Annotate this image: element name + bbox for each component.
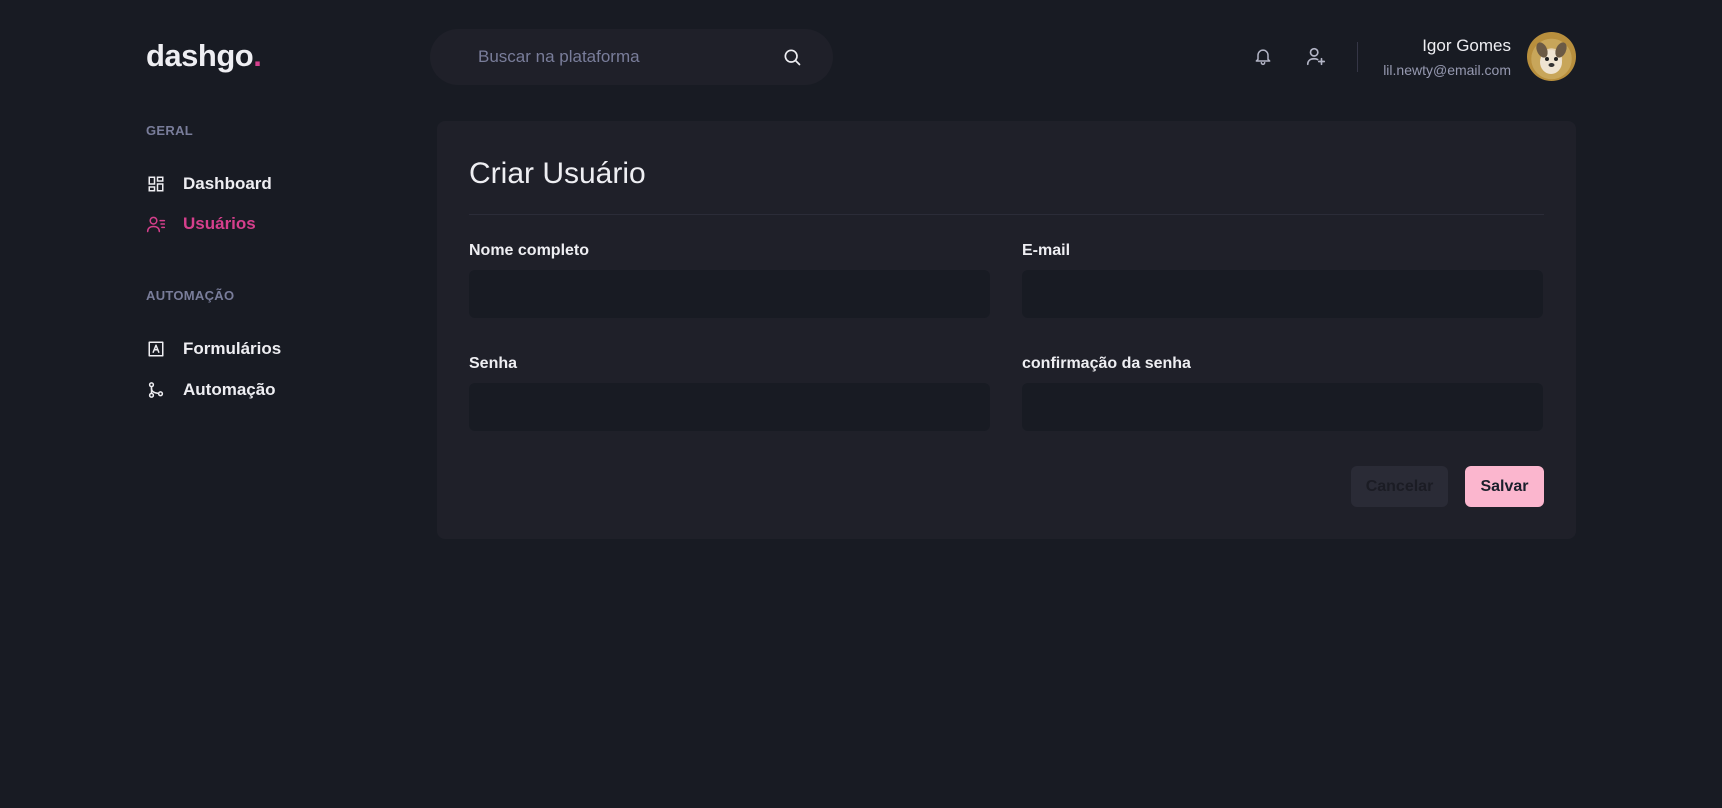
sidebar-item-automacao[interactable]: Automação bbox=[146, 380, 276, 400]
save-button[interactable]: Salvar bbox=[1465, 466, 1544, 507]
sidebar-item-label: Usuários bbox=[183, 214, 256, 233]
profile-name: Igor Gomes bbox=[1422, 36, 1511, 55]
field-senha: Senha bbox=[469, 355, 990, 431]
header-divider bbox=[1357, 42, 1358, 72]
avatar[interactable] bbox=[1527, 32, 1576, 81]
field-label: confirmação da senha bbox=[1022, 355, 1191, 372]
sidebar-item-usuarios[interactable]: Usuários bbox=[146, 214, 256, 234]
search-bar bbox=[430, 29, 833, 85]
page-title: Criar Usuário bbox=[469, 157, 646, 190]
top-header: dashgo. Igor Gomes lil.newty@email.com bbox=[0, 0, 1722, 112]
password-confirmation-input[interactable] bbox=[1022, 383, 1543, 431]
app-root: dashgo. Igor Gomes lil.newty@email.com bbox=[0, 0, 1722, 808]
dashboard-grid-icon bbox=[146, 174, 166, 194]
field-label: Nome completo bbox=[469, 242, 590, 259]
profile-info: Igor Gomes lil.newty@email.com bbox=[1383, 36, 1511, 80]
search-input[interactable] bbox=[478, 47, 781, 67]
create-user-card: Criar Usuário Nome completo E-mail Senha… bbox=[437, 121, 1576, 539]
title-divider bbox=[469, 214, 1544, 215]
git-branch-icon bbox=[146, 380, 166, 400]
sidebar-item-label: Dashboard bbox=[183, 174, 272, 193]
field-email: E-mail bbox=[1022, 242, 1543, 318]
logo[interactable]: dashgo. bbox=[146, 38, 262, 74]
form-icon bbox=[146, 339, 166, 359]
sidebar-section-title: GERAL bbox=[146, 123, 193, 138]
sidebar-item-label: Formulários bbox=[183, 339, 282, 358]
logo-text: dashgo bbox=[146, 38, 254, 73]
users-list-icon bbox=[146, 214, 166, 234]
email-input[interactable] bbox=[1022, 270, 1543, 318]
bell-icon[interactable] bbox=[1251, 44, 1275, 68]
user-plus-icon[interactable] bbox=[1304, 44, 1328, 68]
field-label: Senha bbox=[469, 355, 518, 372]
field-nome-completo: Nome completo bbox=[469, 242, 990, 318]
password-input[interactable] bbox=[469, 383, 990, 431]
sidebar-item-formularios[interactable]: Formulários bbox=[146, 339, 281, 359]
logo-dot: . bbox=[253, 38, 262, 73]
sidebar-item-label: Automação bbox=[183, 380, 276, 399]
name-input[interactable] bbox=[469, 270, 990, 318]
cancel-button[interactable]: Cancelar bbox=[1351, 466, 1448, 507]
field-label: E-mail bbox=[1022, 242, 1071, 259]
search-icon[interactable] bbox=[781, 46, 803, 68]
profile-email: lil.newty@email.com bbox=[1383, 62, 1511, 78]
field-confirmacao-senha: confirmação da senha bbox=[1022, 355, 1543, 431]
sidebar-item-dashboard[interactable]: Dashboard bbox=[146, 174, 272, 194]
sidebar-section-title: AUTOMAÇÃO bbox=[146, 288, 235, 303]
